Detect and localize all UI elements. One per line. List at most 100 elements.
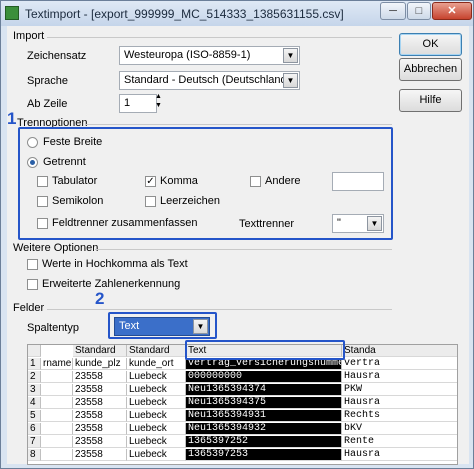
column-type-value: Text <box>119 320 140 332</box>
other-options-divider <box>95 249 392 250</box>
table-cell[interactable]: Neu1365394374 <box>186 384 342 396</box>
chevron-down-icon[interactable]: ▼ <box>193 319 208 334</box>
merge-delimiters-label: Feldtrenner zusammenfassen <box>52 217 198 229</box>
table-cell[interactable] <box>41 423 73 435</box>
quoted-as-text-checkbox[interactable] <box>27 259 38 270</box>
text-delimiter-label: Texttrenner <box>239 218 295 230</box>
table-cell[interactable]: 23558 <box>73 384 127 396</box>
table-cell[interactable] <box>41 384 73 396</box>
row-number: 1 <box>28 358 41 370</box>
separated-label: Getrennt <box>43 156 86 168</box>
close-button[interactable]: ✕ <box>432 2 472 20</box>
language-label: Sprache <box>27 75 68 87</box>
table-cell[interactable] <box>41 397 73 409</box>
language-value: Standard - Deutsch (Deutschland) <box>124 74 291 86</box>
merge-delimiters-checkbox[interactable] <box>37 218 48 229</box>
text-delimiter-value: " <box>337 217 341 229</box>
column-type-label: Spaltentyp <box>27 322 79 334</box>
text-import-dialog: Textimport - [export_999999_MC_514333_13… <box>0 0 474 469</box>
preview-grid[interactable]: Standard Standard Text Standa 1 rname kund… <box>27 344 458 465</box>
annotation-number-1: 1 <box>7 109 17 128</box>
from-row-spinner[interactable]: 1 <box>119 94 157 113</box>
chevron-down-icon[interactable]: ▼ <box>283 48 298 63</box>
calc-app-icon <box>5 6 19 20</box>
chevron-down-icon[interactable]: ▼ <box>283 73 298 88</box>
row-number: 2 <box>28 371 41 383</box>
other-separator-input[interactable] <box>332 172 384 191</box>
column-type-select[interactable]: Text ▼ <box>114 317 210 336</box>
maximize-button[interactable]: □ <box>407 2 431 20</box>
table-cell[interactable]: kunde_ort <box>127 358 186 370</box>
table-cell[interactable]: 23558 <box>73 371 127 383</box>
separated-radio[interactable] <box>27 157 38 168</box>
table-cell[interactable]: 23558 <box>73 436 127 448</box>
table-cell[interactable]: Hausra <box>342 371 457 383</box>
table-cell[interactable]: Luebeck <box>127 423 186 435</box>
table-cell[interactable]: Luebeck <box>127 397 186 409</box>
tab-label: Tabulator <box>52 175 98 187</box>
table-cell[interactable]: Rechts <box>342 410 457 422</box>
table-cell[interactable]: 23558 <box>73 397 127 409</box>
table-cell[interactable] <box>41 371 73 383</box>
table-cell[interactable]: Hausra <box>342 449 457 461</box>
row-number: 7 <box>28 436 41 448</box>
table-cell[interactable]: 23558 <box>73 410 127 422</box>
ok-button[interactable]: OK <box>399 33 462 56</box>
table-cell[interactable]: Neu1365394932 <box>186 423 342 435</box>
table-cell[interactable]: Luebeck <box>127 410 186 422</box>
space-checkbox[interactable] <box>145 196 156 207</box>
table-cell[interactable]: PKW <box>342 384 457 396</box>
detect-special-numbers-label: Erweiterte Zahlenerkennung <box>42 278 181 290</box>
table-cell[interactable]: Rente <box>342 436 457 448</box>
row-number: 6 <box>28 423 41 435</box>
table-cell[interactable]: vertra <box>342 358 457 370</box>
table-cell[interactable]: 1365397252 <box>186 436 342 448</box>
table-cell[interactable]: Hausra <box>342 397 457 409</box>
table-cell[interactable]: 000000000 <box>186 371 342 383</box>
table-cell[interactable]: rname <box>41 358 73 370</box>
check-icon: ✓ <box>146 176 155 187</box>
cancel-button[interactable]: Abbrechen <box>399 58 462 81</box>
comma-label: Komma <box>160 175 198 187</box>
table-cell[interactable]: 23558 <box>73 423 127 435</box>
space-label: Leerzeichen <box>160 195 220 207</box>
fixed-width-label: Feste Breite <box>43 136 103 148</box>
comma-checkbox[interactable]: ✓ <box>145 176 156 187</box>
table-cell[interactable]: bKV <box>342 423 457 435</box>
language-select[interactable]: Standard - Deutsch (Deutschland) ▼ <box>119 71 300 90</box>
detect-special-numbers-checkbox[interactable] <box>27 279 38 290</box>
table-cell[interactable] <box>41 449 73 461</box>
charset-select[interactable]: Westeuropa (ISO-8859-1) ▼ <box>119 46 300 65</box>
minimize-button[interactable]: ─ <box>380 2 406 20</box>
table-cell[interactable]: Luebeck <box>127 371 186 383</box>
table-cell[interactable]: 1365397253 <box>186 449 342 461</box>
table-cell[interactable] <box>41 436 73 448</box>
fixed-width-radio[interactable] <box>27 137 38 148</box>
from-row-value: 1 <box>124 97 131 109</box>
chevron-down-icon[interactable]: ▼ <box>367 216 382 231</box>
table-cell[interactable]: Luebeck <box>127 436 186 448</box>
grid-header-col3[interactable]: Standard <box>127 345 186 357</box>
table-cell[interactable]: kunde_plz <box>73 358 127 370</box>
table-cell[interactable]: Luebeck <box>127 449 186 461</box>
title-bar: Textimport - [export_999999_MC_514333_13… <box>1 1 473 26</box>
grid-header-corner <box>28 345 41 357</box>
other-checkbox[interactable] <box>250 176 261 187</box>
row-number: 3 <box>28 384 41 396</box>
table-cell[interactable]: Neu1365394375 <box>186 397 342 409</box>
grid-header-col2[interactable]: Standard <box>73 345 127 357</box>
table-cell[interactable]: Luebeck <box>127 384 186 396</box>
fields-group-label: Felder <box>13 302 45 314</box>
row-number: 4 <box>28 397 41 409</box>
separator-divider <box>85 124 392 125</box>
text-delimiter-select[interactable]: " ▼ <box>332 214 384 233</box>
table-cell[interactable]: 23558 <box>73 449 127 461</box>
table-cell[interactable]: Neu1365394931 <box>186 410 342 422</box>
tab-checkbox[interactable] <box>37 176 48 187</box>
semicolon-checkbox[interactable] <box>37 196 48 207</box>
spinner-arrows-icon[interactable]: ▲ ▼ <box>155 92 162 110</box>
help-button[interactable]: Hilfe <box>399 89 462 112</box>
table-cell[interactable] <box>41 410 73 422</box>
grid-header-col5[interactable]: Standa <box>342 345 457 357</box>
row-number: 8 <box>28 449 41 461</box>
